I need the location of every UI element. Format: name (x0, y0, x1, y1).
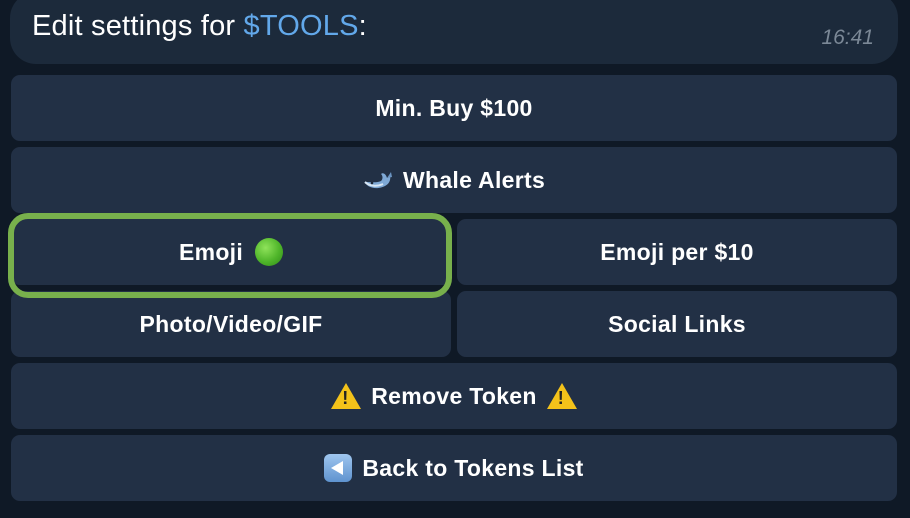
emoji-label: Emoji (178, 238, 244, 265)
social-links-button[interactable]: Social Links (457, 291, 897, 357)
chat-window: Edit settings for $TOOLS: 16:41 Min. Buy… (0, 0, 910, 518)
min-buy-button[interactable]: Min. Buy $100 (11, 75, 897, 141)
message-bubble: Edit settings for $TOOLS: 16:41 (10, 0, 898, 64)
green-circle-icon (255, 238, 284, 266)
back-button[interactable]: Back to Tokens List (11, 435, 897, 501)
whale-alerts-button[interactable]: Whale Alerts (11, 147, 897, 213)
message-suffix: : (358, 10, 367, 42)
emoji-per-button[interactable]: Emoji per $10 (457, 219, 897, 285)
message-timestamp: 16:41 (821, 26, 874, 49)
warning-icon (331, 383, 362, 409)
emoji-per-label: Emoji per $10 (600, 238, 754, 265)
token-link[interactable]: $TOOLS (244, 10, 359, 42)
emoji-button[interactable]: Emoji (11, 219, 451, 285)
whale-icon (364, 172, 392, 189)
back-arrow-icon (324, 454, 353, 482)
message-prefix: Edit settings for (32, 10, 244, 42)
warning-icon (546, 383, 577, 409)
remove-token-label: Remove Token (371, 382, 537, 409)
remove-token-button[interactable]: Remove Token (11, 363, 897, 429)
back-label: Back to Tokens List (362, 454, 584, 481)
whale-alerts-label: Whale Alerts (402, 166, 546, 193)
media-label: Photo/Video/GIF (139, 310, 323, 337)
media-button[interactable]: Photo/Video/GIF (11, 291, 451, 357)
message-text: Edit settings for $TOOLS: (32, 10, 367, 43)
social-links-label: Social Links (608, 310, 746, 337)
min-buy-label: Min. Buy $100 (375, 94, 533, 121)
